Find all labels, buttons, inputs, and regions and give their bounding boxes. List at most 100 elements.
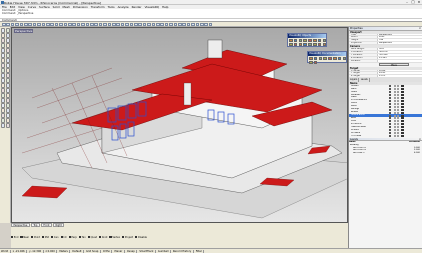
gumball-toggle[interactable]: Gumball bbox=[158, 249, 171, 253]
arq-tool-icon[interactable] bbox=[309, 60, 313, 65]
visibility-icon[interactable] bbox=[393, 88, 396, 91]
left-tool-icon[interactable] bbox=[0, 58, 6, 63]
layer-color-swatch[interactable] bbox=[401, 114, 404, 117]
grid-snap-toggle[interactable]: Grid Snap bbox=[86, 249, 101, 253]
arq-tool-icon[interactable] bbox=[298, 42, 303, 47]
toolbar-button-icon[interactable] bbox=[19, 22, 24, 27]
left-tool-icon[interactable] bbox=[5, 73, 11, 78]
toolbar-button-icon[interactable] bbox=[204, 22, 208, 27]
left-tool-icon[interactable] bbox=[0, 68, 6, 73]
layer-color-swatch[interactable] bbox=[401, 108, 404, 111]
osnap-int[interactable]: Int bbox=[60, 235, 67, 239]
status-layer[interactable]: Default bbox=[72, 249, 84, 253]
viewport-tab-perspective[interactable]: Perspective bbox=[11, 223, 30, 227]
left-tool-icon[interactable] bbox=[5, 78, 11, 83]
toolbar-button-icon[interactable] bbox=[28, 22, 32, 27]
lock-icon[interactable] bbox=[397, 99, 399, 102]
arq-tool-icon[interactable] bbox=[303, 38, 307, 42]
toolbar-button-icon[interactable] bbox=[103, 22, 107, 27]
toolbar-button-icon[interactable] bbox=[81, 22, 85, 27]
toolbar-button-icon[interactable] bbox=[116, 22, 120, 27]
property-value[interactable]: 1.873 bbox=[377, 75, 422, 78]
toolbar-button-icon[interactable] bbox=[151, 22, 156, 27]
toolbar-button-icon[interactable] bbox=[200, 22, 204, 27]
left-tool-icon[interactable] bbox=[0, 73, 6, 78]
lock-icon[interactable] bbox=[397, 111, 399, 114]
current-layer-checkbox[interactable] bbox=[389, 126, 391, 129]
left-tool-icon[interactable] bbox=[5, 118, 11, 123]
lock-icon[interactable] bbox=[397, 129, 399, 132]
lock-icon[interactable] bbox=[397, 108, 399, 111]
property-value[interactable]: 50.0 bbox=[377, 48, 422, 50]
toolbar-button-icon[interactable] bbox=[107, 22, 112, 27]
lock-icon[interactable] bbox=[397, 96, 399, 99]
lock-icon[interactable] bbox=[397, 105, 399, 108]
property-value[interactable]: Perspective bbox=[377, 42, 422, 45]
visibility-icon[interactable] bbox=[393, 132, 396, 135]
visibility-icon[interactable] bbox=[393, 99, 396, 102]
visibility-icon[interactable] bbox=[393, 126, 396, 129]
layer-color-swatch[interactable] bbox=[401, 105, 404, 108]
visibility-icon[interactable] bbox=[393, 102, 396, 105]
viewport-tab-front[interactable]: Front bbox=[40, 223, 52, 227]
visibility-icon[interactable] bbox=[393, 108, 396, 111]
toolbar-button-icon[interactable] bbox=[10, 22, 15, 27]
visibility-icon[interactable] bbox=[393, 91, 396, 94]
toolbar-button-icon[interactable] bbox=[120, 22, 125, 27]
current-layer-checkbox[interactable] bbox=[389, 91, 391, 94]
osnap-toggle[interactable]: Osnap bbox=[127, 249, 138, 253]
layer-color-swatch[interactable] bbox=[401, 93, 404, 96]
smarttrack-toggle[interactable]: SmartTrack bbox=[139, 249, 156, 253]
toolbar-button-icon[interactable] bbox=[138, 22, 142, 27]
lock-icon[interactable] bbox=[397, 102, 399, 105]
osnap-end[interactable]: End bbox=[11, 235, 18, 239]
lock-icon[interactable] bbox=[397, 132, 399, 135]
arq-tool-icon[interactable] bbox=[293, 38, 298, 42]
level-row[interactable]: Nth Floor 3 6.000 bbox=[349, 152, 422, 155]
arq-tool-icon[interactable] bbox=[328, 56, 332, 60]
layer-color-swatch[interactable] bbox=[401, 126, 404, 129]
left-tool-icon[interactable] bbox=[0, 108, 6, 113]
layer-color-swatch[interactable] bbox=[401, 117, 404, 120]
current-layer-checkbox[interactable] bbox=[389, 129, 391, 132]
current-layer-checkbox[interactable] bbox=[389, 132, 391, 135]
toolbar-button-icon[interactable] bbox=[85, 22, 90, 27]
toolbar-button-icon[interactable] bbox=[15, 22, 19, 27]
toolbar-button-icon[interactable] bbox=[46, 22, 50, 27]
left-tool-icon[interactable] bbox=[5, 93, 11, 98]
left-tool-icon[interactable] bbox=[5, 83, 11, 88]
toolbar-button-icon[interactable] bbox=[54, 22, 59, 27]
tab-levels[interactable]: Levels bbox=[360, 78, 370, 82]
toolbar-button-icon[interactable] bbox=[37, 22, 41, 27]
toolbar-button-icon[interactable] bbox=[142, 22, 147, 27]
toolbar-button-icon[interactable] bbox=[147, 22, 151, 27]
toolbar-button-icon[interactable] bbox=[164, 22, 169, 27]
toolbar-button-icon[interactable] bbox=[195, 22, 200, 27]
left-tool-icon[interactable] bbox=[5, 28, 11, 33]
arq-tool-icon[interactable] bbox=[337, 56, 342, 60]
current-layer-checkbox[interactable] bbox=[389, 117, 391, 120]
current-layer-checkbox[interactable] bbox=[389, 120, 391, 123]
toolbar-button-icon[interactable] bbox=[68, 22, 72, 27]
layer-color-swatch[interactable] bbox=[401, 132, 404, 135]
close-button[interactable]: × bbox=[417, 0, 421, 4]
visibility-icon[interactable] bbox=[393, 114, 396, 117]
toolbar-button-icon[interactable] bbox=[32, 22, 37, 27]
osnap-tan[interactable]: Tan bbox=[78, 235, 86, 239]
arq-tool-icon[interactable] bbox=[313, 38, 317, 42]
arq-tool-icon[interactable] bbox=[313, 56, 318, 60]
left-tool-icon[interactable] bbox=[5, 63, 11, 68]
arq-tool-icon[interactable] bbox=[323, 56, 327, 60]
osnap-cen[interactable]: Cen bbox=[51, 235, 59, 239]
visibility-icon[interactable] bbox=[393, 85, 396, 88]
left-tool-icon[interactable] bbox=[5, 123, 11, 128]
left-tool-icon[interactable] bbox=[0, 88, 6, 93]
toolbar-button-icon[interactable] bbox=[2, 22, 6, 27]
maximize-button[interactable]: □ bbox=[411, 0, 415, 4]
arq-tool-icon[interactable] bbox=[303, 42, 307, 47]
osnap-perp[interactable]: Perp bbox=[68, 235, 77, 239]
current-layer-checkbox[interactable] bbox=[389, 108, 391, 111]
osnap-near[interactable]: Near bbox=[20, 235, 29, 239]
left-tool-icon[interactable] bbox=[5, 38, 11, 43]
current-layer-checkbox[interactable] bbox=[389, 105, 391, 108]
